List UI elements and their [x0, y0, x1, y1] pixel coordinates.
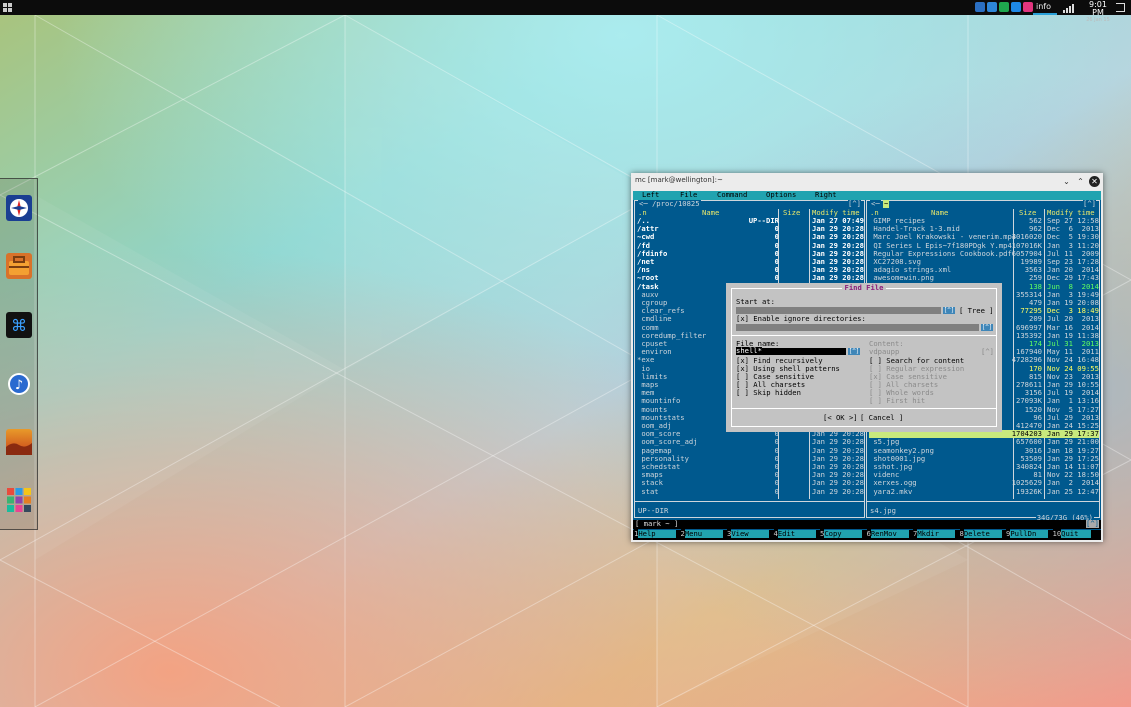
dialog-title: Find File [726, 283, 1002, 292]
menu-command[interactable]: Command [717, 191, 747, 199]
ignore-dirs-input[interactable] [736, 324, 979, 331]
fkey-4[interactable]: 4Edit [773, 529, 816, 539]
apps-grid-icon[interactable] [6, 487, 32, 513]
desert-image-icon[interactable] [6, 429, 32, 455]
tray-instagram-icon[interactable] [1023, 2, 1033, 12]
fkey-label: Copy [824, 529, 863, 539]
start-at-input[interactable] [736, 307, 941, 314]
fkey-label: Quit [1061, 529, 1092, 539]
fkey-7[interactable]: 7Mkdir [913, 529, 956, 539]
fkey-5[interactable]: 5Copy [820, 529, 863, 539]
tree-button[interactable]: [ Tree ] [959, 306, 994, 315]
top-panel: info 9:01 PM 26 Jan 15 [0, 0, 1131, 23]
maximize-button[interactable]: ⌃ [1075, 176, 1086, 187]
find-file-dialog: Find File Start at: [^] [ Tree ] [x] Ena… [726, 283, 1002, 432]
left-panel-scroll[interactable]: [^] [848, 199, 861, 209]
ok-button[interactable]: [< OK >] [823, 413, 858, 422]
opt-first-hit[interactable]: [ ] First hit [869, 396, 925, 405]
side-dock: ⌘ ♪ [0, 178, 38, 530]
right-panel-path: ~ [883, 199, 890, 209]
right-mini-status: s4.jpg [870, 505, 896, 515]
clock-date: 26 Jan 15 [1086, 17, 1110, 23]
toolbox-icon[interactable] [6, 253, 32, 279]
close-button[interactable]: ✕ [1089, 176, 1100, 187]
menu-file[interactable]: File [680, 191, 697, 199]
app-launcher-icon[interactable] [3, 3, 12, 12]
fkey-label: Delete [963, 529, 1002, 539]
tray-messenger-icon[interactable] [999, 2, 1009, 12]
function-key-bar: 1Help 2Menu 3View 4Edit 5Copy 6RenMov 7Mkdir 8D… [633, 529, 1101, 540]
file-mtime: Jan 25 12:47 [1047, 486, 1099, 496]
start-at-label: Start at: [736, 297, 775, 306]
tray-telegram-icon[interactable] [975, 2, 985, 12]
fkey-3[interactable]: 3View [727, 529, 770, 539]
fkey-number: 10 [1052, 529, 1062, 538]
file-name-input[interactable]: shell* [736, 346, 846, 356]
music-icon[interactable]: ♪ [6, 371, 32, 397]
file-size: 0 [774, 486, 779, 496]
menu-left[interactable]: Left [642, 191, 659, 199]
tray-chat-icon[interactable] [987, 2, 997, 12]
compass-icon[interactable] [6, 195, 32, 221]
left-panel-path: <─ /proc/10825 [638, 199, 701, 209]
file-row[interactable]: yara2.mkv 19326K Jan 25 12:47 [869, 486, 1099, 496]
left-mini-status: UP--DIR [638, 505, 669, 515]
fkey-6[interactable]: 6RenMov [866, 529, 909, 539]
fkey-label: View [731, 529, 770, 539]
cancel-button[interactable]: [ Cancel ] [860, 413, 903, 422]
file-name-history-button[interactable]: [^] [848, 348, 860, 355]
left-mini-sep [635, 501, 864, 502]
tray-twitter-icon[interactable] [1011, 2, 1021, 12]
dialog-separator [732, 335, 996, 336]
fkey-1[interactable]: 1Help [634, 529, 677, 539]
fkey-label: Help [638, 529, 677, 539]
clock-time: 9:01 PM [1089, 0, 1107, 17]
svg-text:⌘: ⌘ [11, 316, 27, 335]
minimize-button[interactable]: ⌄ [1061, 176, 1072, 187]
window-title: mc [mark@wellington]:~ [635, 176, 723, 184]
file-mtime: Jan 29 20:28 [812, 486, 864, 496]
info-underline [1033, 13, 1057, 15]
content-input[interactable]: vdpaupp [869, 347, 899, 356]
right-col-name[interactable]: Name [931, 208, 948, 217]
cmdline-scroll[interactable]: [^] [1086, 519, 1099, 529]
start-at-history-button[interactable]: [^] [943, 307, 955, 314]
shell-prompt: [ mark ~ ] [635, 519, 679, 528]
file-row[interactable]: stat 0 Jan 29 20:28 [637, 486, 864, 496]
content-history-button[interactable]: [^] [981, 347, 994, 356]
ignore-dirs-history-button[interactable]: [^] [981, 324, 993, 331]
fkey-9[interactable]: 9PullDn [1006, 529, 1049, 539]
terminal-icon[interactable]: ⌘ [6, 312, 32, 338]
fkey-label: PullDn [1010, 529, 1049, 539]
svg-text:♪: ♪ [15, 378, 23, 393]
menu-options[interactable]: Options [766, 191, 796, 199]
fkey-8[interactable]: 8Delete [959, 529, 1002, 539]
right-mini-sep [867, 501, 1099, 502]
file-name: stat [637, 486, 659, 496]
file-name: awesomewin.png [869, 273, 934, 283]
opt-skip-hidden[interactable]: [ ] Skip hidden [736, 388, 801, 397]
file-size: 19326K [1016, 486, 1042, 496]
fkey-2[interactable]: 2Menu [680, 529, 723, 539]
fkey-label: Edit [777, 529, 816, 539]
menu-right[interactable]: Right [815, 191, 837, 199]
signal-strength-icon[interactable] [1063, 4, 1077, 13]
info-indicator[interactable]: info [1036, 2, 1051, 11]
left-col-size[interactable]: Size [783, 208, 800, 217]
fkey-label: RenMov [870, 529, 909, 539]
file-name: yara2.mkv [869, 486, 913, 496]
fkey-label: Mkdir [917, 529, 956, 539]
ignore-dirs-checkbox[interactable]: [x] Enable ignore directories: [736, 314, 866, 323]
left-col-name[interactable]: Name [702, 208, 719, 217]
fkey-10[interactable]: 10Quit [1052, 529, 1092, 539]
mc-menubar: Left File Command Options Right [633, 191, 1101, 200]
clock[interactable]: 9:01 PM 26 Jan 15 [1083, 0, 1113, 24]
logout-icon[interactable] [1116, 3, 1125, 12]
fkey-label: Menu [684, 529, 723, 539]
right-panel-path-prefix: <─ [870, 199, 881, 209]
dialog-separator [732, 408, 996, 409]
command-line[interactable]: [ mark ~ ] [^] [633, 519, 1101, 529]
right-panel-scroll[interactable]: [^] [1083, 199, 1096, 209]
